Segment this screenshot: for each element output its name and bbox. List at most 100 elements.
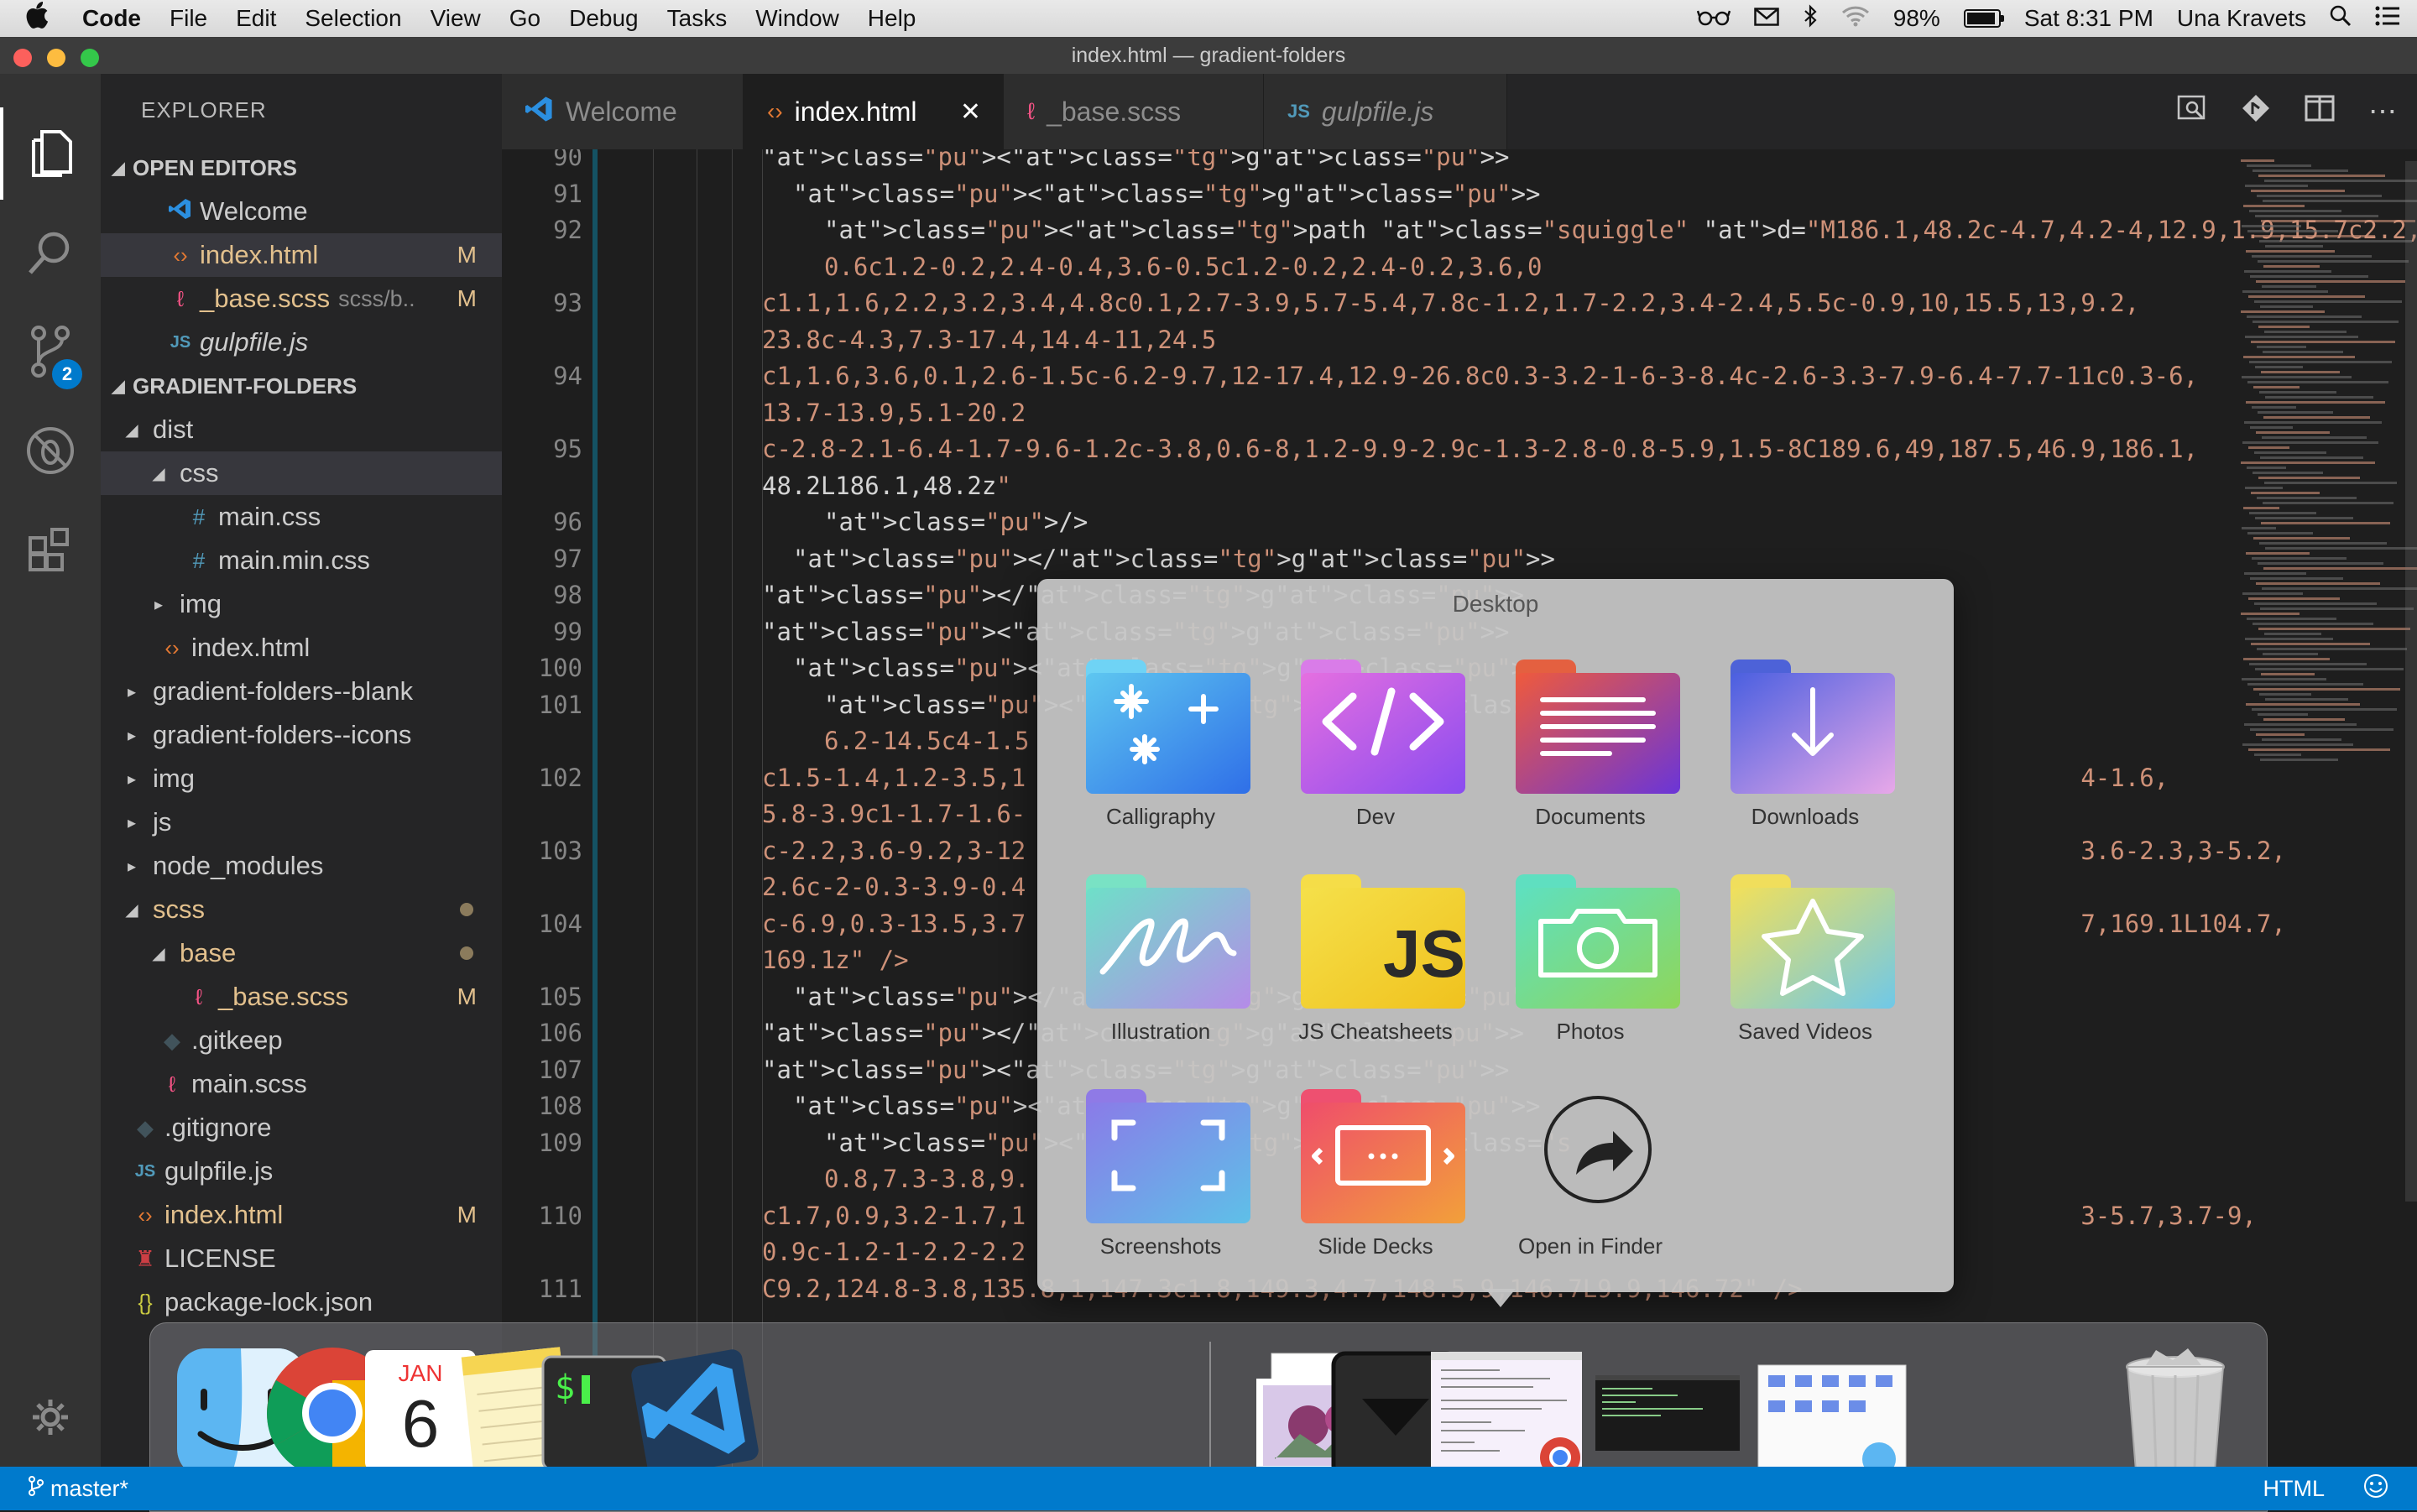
menu-tasks[interactable]: Tasks (667, 5, 728, 32)
menu-debug[interactable]: Debug (569, 5, 639, 32)
tree-folder[interactable]: ◢ css (101, 451, 502, 495)
tree-folder[interactable]: ▸ gradient-folders--blank (101, 670, 502, 713)
feedback-smiley-icon[interactable] (2363, 1473, 2388, 1504)
tree-item-label: .gitignore (164, 1113, 272, 1142)
minimap-line (2256, 431, 2330, 434)
chevron-right-icon: ▸ (127, 726, 137, 745)
menu-selection[interactable]: Selection (305, 5, 401, 32)
tree-folder[interactable]: ◢ dist (101, 408, 502, 451)
stack-item-downloads[interactable]: Downloads (1709, 660, 1902, 861)
tree-file[interactable]: ‹› index.html M (101, 1193, 502, 1237)
git-status: M (457, 1202, 477, 1228)
tab-index-html[interactable]: ‹› index.html ✕ (744, 74, 1004, 149)
stack-item-open-in-finder[interactable]: Open in Finder (1494, 1089, 1687, 1290)
stack-item-photos[interactable]: Photos (1494, 874, 1687, 1076)
code-line: 5.8-3.9c1-1.7-1.6- (762, 800, 1026, 828)
tree-file[interactable]: {} package-lock.json (101, 1280, 502, 1324)
editor-scrollbar[interactable] (2405, 161, 2417, 1202)
menu-window[interactable]: Window (755, 5, 839, 32)
minimap[interactable] (2224, 149, 2417, 1467)
open-preview-icon[interactable] (2177, 93, 2207, 131)
tree-file[interactable]: ‹› index.html (101, 626, 502, 670)
glasses-icon[interactable] (1696, 5, 1731, 32)
tree-file[interactable]: # main.min.css (101, 539, 502, 582)
mail-icon[interactable] (1754, 5, 1779, 32)
git-compare-icon[interactable] (2241, 93, 2271, 131)
tree-folder[interactable]: ▸ img (101, 757, 502, 800)
tree-folder[interactable]: ▸ js (101, 800, 502, 844)
open-editor-gulpfile[interactable]: JS gulpfile.js (101, 321, 502, 364)
menu-edit[interactable]: Edit (236, 5, 276, 32)
tree-file[interactable]: ♜ LICENSE (101, 1237, 502, 1280)
open-editor-welcome[interactable]: Welcome (101, 190, 502, 233)
close-icon[interactable]: ✕ (960, 97, 981, 127)
tree-folder[interactable]: ▸ node_modules (101, 844, 502, 888)
tree-folder[interactable]: ▸ img (101, 582, 502, 626)
tree-item-label: js (153, 807, 172, 837)
trash-icon[interactable] (2104, 1342, 2247, 1484)
minimap-line (2242, 290, 2328, 293)
menu-go[interactable]: Go (509, 5, 540, 32)
tab-base-scss[interactable]: ℓ _base.scss (1004, 74, 1264, 149)
bluetooth-icon[interactable] (1803, 3, 1818, 34)
git-branch[interactable]: master* (50, 1476, 128, 1502)
vscode-dock-icon[interactable] (624, 1342, 766, 1503)
stack-item-calligraphy[interactable]: Calligraphy (1064, 660, 1257, 861)
git-gutter-indicator (593, 149, 598, 1467)
tree-file[interactable]: ℓ _base.scss M (101, 975, 502, 1019)
notification-center-icon[interactable] (2375, 5, 2400, 32)
tree-item-label: gradient-folders--icons (153, 720, 412, 749)
tree-file[interactable]: ℓ main.scss (101, 1062, 502, 1106)
minimap-line (2264, 180, 2417, 182)
tree-file[interactable]: JS gulpfile.js (101, 1150, 502, 1193)
wifi-icon[interactable] (1841, 5, 1870, 33)
stack-item-documents[interactable]: Documents (1494, 660, 1687, 861)
battery-icon[interactable] (1963, 9, 2004, 28)
code-line: "at">class="pu"><"at">class="tg">path "a… (824, 216, 2417, 244)
finder-window-thumbnail[interactable] (1753, 1342, 1907, 1484)
tree-file[interactable]: ◆ .gitkeep (101, 1019, 502, 1062)
project-header[interactable]: ◢ GRADIENT-FOLDERS (101, 364, 502, 408)
menu-help[interactable]: Help (868, 5, 916, 32)
menu-view[interactable]: View (431, 5, 481, 32)
search-icon[interactable] (0, 206, 101, 299)
close-window-button[interactable] (13, 49, 32, 67)
extensions-icon[interactable] (0, 503, 101, 596)
minimap-line (2248, 446, 2289, 449)
stack-item-screenshots[interactable]: Screenshots (1064, 1089, 1257, 1290)
tab-gulpfile[interactable]: JS gulpfile.js (1264, 74, 1507, 149)
settings-gear-icon[interactable] (0, 1371, 101, 1463)
apple-menu-icon[interactable] (25, 2, 59, 35)
stack-item-js-cheatsheets[interactable]: JS JS Cheatsheets (1279, 874, 1472, 1076)
tab-label: index.html (794, 96, 917, 127)
safari-window-thumbnail[interactable] (1426, 1342, 1582, 1484)
tree-file[interactable]: ◆ .gitignore (101, 1106, 502, 1150)
menu-file[interactable]: File (170, 5, 207, 32)
tree-folder[interactable]: ▸ gradient-folders--icons (101, 713, 502, 757)
open-editor-base-scss[interactable]: ℓ _base.scss scss/b.. M (101, 277, 502, 321)
menu-clock[interactable]: Sat 8:31 PM (2024, 5, 2153, 32)
open-editor-index-html[interactable]: ‹› index.html M (101, 233, 502, 277)
terminal-window-thumbnail[interactable] (1592, 1342, 1740, 1484)
debug-icon[interactable] (0, 404, 101, 497)
source-control-icon[interactable]: 2 (0, 305, 101, 398)
more-actions-icon[interactable]: ⋯ (2368, 95, 2397, 128)
stack-item-slide-decks[interactable]: Slide Decks (1279, 1089, 1472, 1290)
open-editors-header[interactable]: ◢ OPEN EDITORS (101, 146, 502, 190)
language-mode[interactable]: HTML (2263, 1476, 2326, 1502)
zoom-window-button[interactable] (81, 49, 99, 67)
stack-item-illustration[interactable]: Illustration (1064, 874, 1257, 1076)
code-line: 0.6c1.2-0.2,2.4-0.4,3.6-0.5c1.2-0.2,2.4-… (824, 252, 1543, 281)
tree-folder[interactable]: ◢ base (101, 931, 502, 975)
stack-item-saved-videos[interactable]: Saved Videos (1709, 874, 1902, 1076)
stack-item-dev[interactable]: Dev (1279, 660, 1472, 861)
menu-user[interactable]: Una Kravets (2177, 5, 2306, 32)
explorer-icon[interactable] (0, 107, 101, 200)
tree-file[interactable]: # main.css (101, 495, 502, 539)
minimize-window-button[interactable] (47, 49, 65, 67)
spotlight-search-icon[interactable] (2330, 5, 2352, 33)
tab-welcome[interactable]: Welcome (502, 74, 744, 149)
split-editor-icon[interactable] (2305, 93, 2335, 131)
menu-app-name[interactable]: Code (82, 5, 141, 32)
tree-folder[interactable]: ◢ scss (101, 888, 502, 931)
